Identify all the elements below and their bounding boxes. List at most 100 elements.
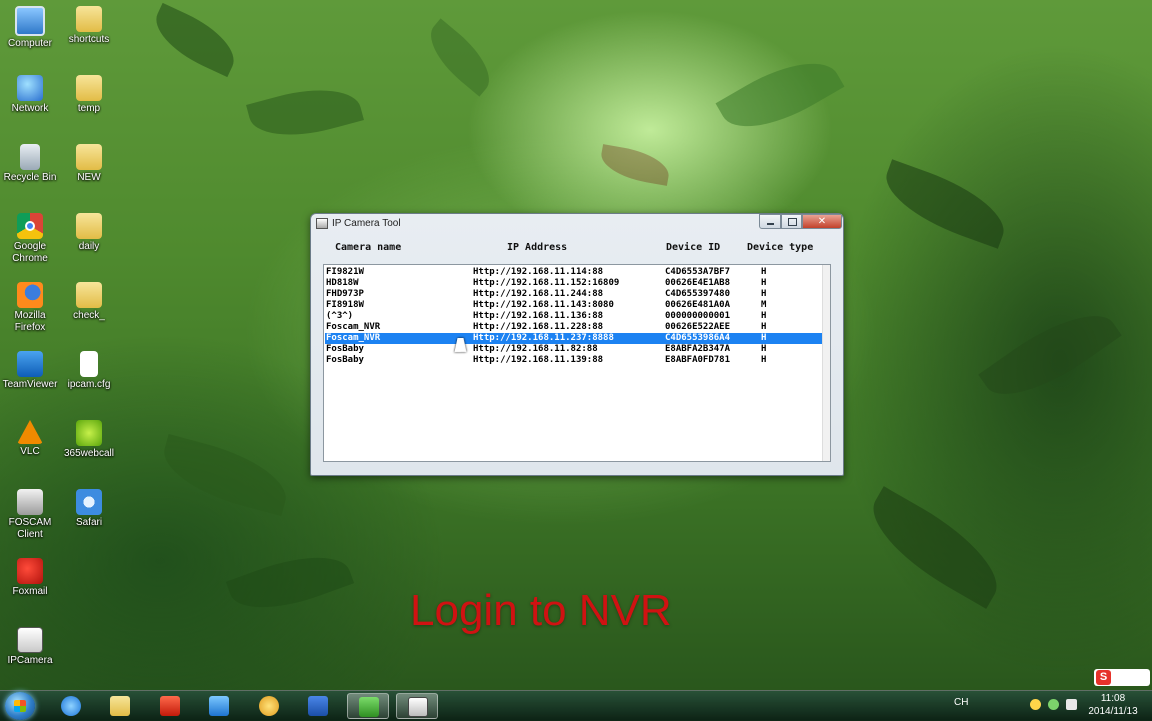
desktop-icon-new[interactable]: NEW xyxy=(59,144,119,184)
taskbar-paint[interactable] xyxy=(248,693,290,719)
app-icon xyxy=(316,218,328,229)
desktop-icon-teamviewer[interactable]: TeamViewer xyxy=(0,351,60,391)
close-button[interactable]: ✕ xyxy=(802,214,842,229)
device-id: E8ABFA0FD781 xyxy=(665,355,731,365)
leaf-decoration xyxy=(246,76,364,149)
ipcamera-icon xyxy=(17,627,43,653)
desktop-icon-shortcuts[interactable]: shortcuts xyxy=(59,6,119,46)
desktop-icon-daily[interactable]: daily xyxy=(59,213,119,253)
device-id: 000000000001 xyxy=(665,311,731,321)
leaf-decoration xyxy=(978,294,1122,416)
desktop-icon-foxmail[interactable]: Foxmail xyxy=(0,558,60,598)
desktop-icon-network[interactable]: Network xyxy=(0,75,60,115)
ime-toolbar[interactable]: S xyxy=(1094,669,1150,686)
device-id: 00626E522AEE xyxy=(665,322,731,332)
camera-row[interactable]: HD818W Http://192.168.11.152:16809 00626… xyxy=(325,278,827,289)
folder-icon xyxy=(76,213,102,239)
taskbar-ie[interactable] xyxy=(50,693,92,719)
camera-row[interactable]: FI9821W Http://192.168.11.114:88 C4D6553… xyxy=(325,267,827,278)
camera-row[interactable]: FosBaby Http://192.168.11.139:88 E8ABFA0… xyxy=(325,355,827,366)
device-type: H xyxy=(761,322,767,332)
folder-icon xyxy=(76,6,102,32)
desktop-icon-label: VLC xyxy=(20,446,40,457)
device-id: 00626E481A0A xyxy=(665,300,731,310)
ip-address: Http://192.168.11.237:8888 xyxy=(473,333,614,343)
language-indicator[interactable]: CH xyxy=(954,697,968,708)
tray-icon[interactable] xyxy=(1048,699,1059,710)
device-id: C4D6553986A4 xyxy=(665,333,731,343)
desktop-icon-safari[interactable]: Safari xyxy=(59,489,119,529)
ip-address: Http://192.168.11.244:88 xyxy=(473,289,604,299)
column-headers: Camera name IP Address Device ID Device … xyxy=(311,242,843,256)
camera-row-selected[interactable]: Foscam_NVR Http://192.168.11.237:8888 C4… xyxy=(325,333,827,344)
desktop-icon-ipcamera[interactable]: IPCamera xyxy=(0,627,60,667)
clock-time: 11:08 xyxy=(1100,693,1126,704)
start-button[interactable] xyxy=(5,692,35,720)
folder-icon xyxy=(110,696,130,716)
desktop-icon-vlc[interactable]: VLC xyxy=(0,420,60,458)
camera-row[interactable]: (^3^) Http://192.168.11.136:88 000000000… xyxy=(325,311,827,322)
folder-icon xyxy=(76,282,102,308)
camera-name: HD818W xyxy=(326,278,359,288)
column-header-ip-address[interactable]: IP Address xyxy=(507,242,567,253)
maximize-button[interactable] xyxy=(781,214,802,229)
desktop-icon-label: Network xyxy=(11,103,49,114)
safari-icon xyxy=(76,489,102,515)
ip-address: Http://192.168.11.228:88 xyxy=(473,322,604,332)
desktop-icon-temp[interactable]: temp xyxy=(59,75,119,115)
camera-row[interactable]: FI8918W Http://192.168.11.143:8080 00626… xyxy=(325,300,827,311)
device-type: H xyxy=(761,311,767,321)
desktop-icon-label: Computer xyxy=(8,38,52,49)
ip-address: Http://192.168.11.152:16809 xyxy=(473,278,620,288)
desktop-icon-label: Google Chrome xyxy=(12,241,48,264)
taskbar-app-green[interactable] xyxy=(347,693,389,719)
tray-icon[interactable] xyxy=(1030,699,1041,710)
device-id: C4D6553A7BF7 xyxy=(665,267,731,277)
camera-row[interactable]: FHD973P Http://192.168.11.244:88 C4D6553… xyxy=(325,289,827,300)
device-type: H xyxy=(761,355,767,365)
desktop-icon-firefox[interactable]: Mozilla Firefox xyxy=(0,282,60,334)
desktop-icon-chrome[interactable]: Google Chrome xyxy=(0,213,60,265)
ip-camera-tool-window[interactable]: IP Camera Tool ✕ Camera name IP Address … xyxy=(310,213,844,476)
minimize-button[interactable] xyxy=(759,214,781,229)
desktop-icon-check[interactable]: check_ xyxy=(59,282,119,322)
camera-name: FHD973P xyxy=(326,289,364,299)
camera-row[interactable]: Foscam_NVR Http://192.168.11.228:88 0062… xyxy=(325,322,827,333)
desktop-icon-label: TeamViewer xyxy=(2,379,58,390)
taskbar-word[interactable] xyxy=(297,693,339,719)
device-type: M xyxy=(761,300,767,310)
network-icon[interactable] xyxy=(1066,699,1077,710)
close-icon: ✕ xyxy=(817,216,827,227)
taskbar-app-blue[interactable] xyxy=(198,693,240,719)
taskbar-app-red[interactable] xyxy=(149,693,191,719)
title-bar[interactable]: IP Camera Tool ✕ xyxy=(311,214,843,234)
leaf-decoration xyxy=(875,159,1015,249)
leaf-decoration xyxy=(145,2,245,78)
vertical-scrollbar[interactable] xyxy=(822,265,830,461)
column-header-camera-name[interactable]: Camera name xyxy=(335,242,401,253)
taskbar-explorer[interactable] xyxy=(99,693,141,719)
camera-row[interactable]: FosBaby Http://192.168.11.82:88 E8ABFA2B… xyxy=(325,344,827,355)
device-id: E8ABFA2B347A xyxy=(665,344,731,354)
desktop-icon-recycle-bin[interactable]: Recycle Bin xyxy=(0,144,60,184)
taskbar-ip-camera-tool[interactable] xyxy=(396,693,438,719)
desktop-icon-computer[interactable]: Computer xyxy=(0,6,60,50)
system-clock[interactable]: 11:08 2014/11/13 xyxy=(1086,692,1140,718)
device-type: H xyxy=(761,344,767,354)
foscam-client-icon xyxy=(17,489,43,515)
column-header-device-id[interactable]: Device ID xyxy=(666,242,720,253)
foxmail-icon xyxy=(17,558,43,584)
desktop-icon-365webcall[interactable]: 365webcall xyxy=(59,420,119,460)
camera-list[interactable]: FI9821W Http://192.168.11.114:88 C4D6553… xyxy=(323,264,831,462)
clock-date: 2014/11/13 xyxy=(1088,706,1138,717)
desktop-icon-label: Mozilla Firefox xyxy=(14,310,46,333)
desktop-icon-foscam-client[interactable]: FOSCAM Client xyxy=(0,489,60,541)
app-icon xyxy=(209,696,229,716)
desktop-icon-ipcam-cfg[interactable]: ipcam.cfg xyxy=(59,351,119,391)
taskbar xyxy=(0,690,1152,721)
ip-address: Http://192.168.11.139:88 xyxy=(473,355,604,365)
column-header-device-type[interactable]: Device type xyxy=(747,242,813,253)
ip-address: Http://192.168.11.143:8080 xyxy=(473,300,614,310)
chrome-icon xyxy=(17,213,43,239)
desktop-icon-label: shortcuts xyxy=(68,34,110,45)
